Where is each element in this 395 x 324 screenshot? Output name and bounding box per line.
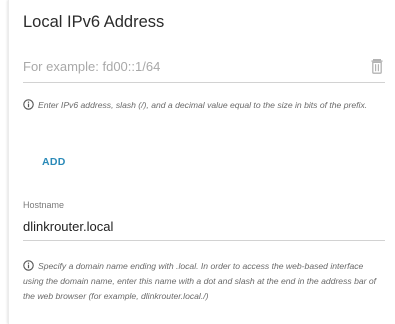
hostname-hint: Specify a domain name ending with .local… (23, 259, 385, 304)
settings-panel: Local IPv6 Address Enter IPv6 address, s… (8, 0, 395, 324)
ipv6-hint: Enter IPv6 address, slash (/), and a dec… (23, 98, 385, 113)
hostname-hint-text: Specify a domain name ending with .local… (23, 261, 377, 301)
hostname-field (23, 212, 385, 241)
hostname-input[interactable] (23, 219, 383, 234)
ipv6-hint-text: Enter IPv6 address, slash (/), and a dec… (38, 100, 368, 110)
hostname-label: Hostname (23, 200, 65, 210)
section-title: Local IPv6 Address (23, 13, 165, 31)
add-button[interactable]: ADD (42, 156, 66, 168)
ipv6-address-field (23, 52, 385, 83)
ipv6-address-input[interactable] (23, 59, 353, 74)
info-icon (23, 260, 34, 271)
info-icon (23, 99, 34, 110)
trash-icon[interactable] (370, 58, 384, 74)
